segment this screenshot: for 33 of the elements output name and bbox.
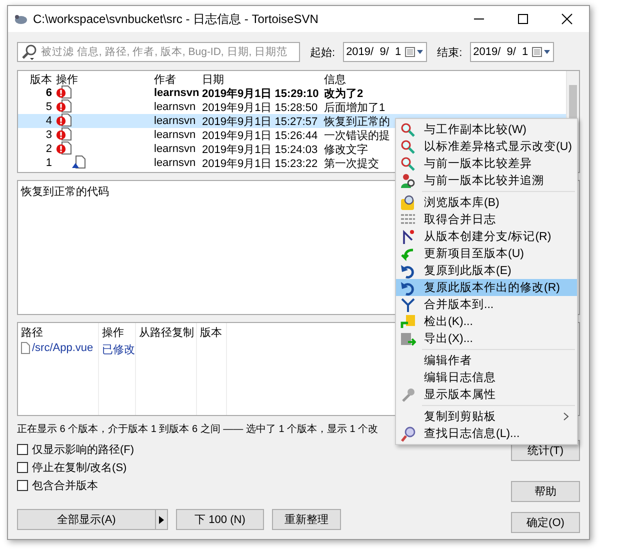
checkbox-label: 停止在复制/改名(S)	[32, 460, 127, 474]
table-cell-text: learnsvn	[154, 143, 197, 155]
field-label: 结束:	[437, 46, 462, 60]
table-cell-text: 一次错误的提	[324, 128, 391, 142]
status-text: 正在显示 6 个版本，介于版本 1 到版本 6 之间 —— 选中了 1 个版本，显示 1 个改	[17, 422, 378, 436]
table-cell-text: 恢复到正常的	[324, 114, 391, 128]
table-cell-text: 改为了2	[324, 86, 364, 100]
table-cell-text: learnsvn	[154, 87, 200, 99]
table-cell-text: learnsvn	[154, 115, 197, 127]
table-cell-text: 2019年9月1日 15:28:50	[202, 100, 319, 114]
table-cell-text: 2019年9月1日 15:27:57	[202, 114, 319, 128]
window-title: C:\workspace\svnbucket\src - 日志信息 - TortoiseSVN	[33, 10, 320, 28]
table-cell-text: 修改文字	[324, 142, 369, 156]
table-cell-text: learnsvn	[154, 157, 197, 169]
table-cell-text: learnsvn	[154, 129, 197, 141]
table-cell-text: 4	[44, 115, 53, 127]
table-cell-text: 2019年9月1日 15:26:44	[202, 128, 319, 142]
table-cell-text: 2019年9月1日 15:29:10	[202, 86, 320, 100]
table-cell-text: 3	[44, 129, 53, 141]
table-cell-text: 2019年9月1日 15:24:03	[202, 142, 319, 156]
table-cell-text: learnsvn	[154, 101, 197, 113]
table-cell-text: 后面增加了1	[324, 100, 386, 114]
table-cell-text: 5	[44, 101, 53, 113]
table-cell-text: 6	[44, 87, 53, 99]
checkbox-label: 包含合并版本	[32, 478, 98, 492]
table-cell-text: 2019年9月1日 15:23:22	[202, 156, 319, 170]
table-cell-text: 2	[44, 143, 53, 155]
table-cell-text: 第一次提交	[324, 156, 380, 170]
table-cell-text: 已修改	[102, 343, 132, 357]
checkbox-label: 仅显示影响的路径(F)	[32, 442, 134, 456]
table-cell: /src/App.vue	[32, 342, 94, 354]
field-label: 起始:	[310, 46, 336, 60]
table-cell-text: 1	[44, 157, 53, 169]
